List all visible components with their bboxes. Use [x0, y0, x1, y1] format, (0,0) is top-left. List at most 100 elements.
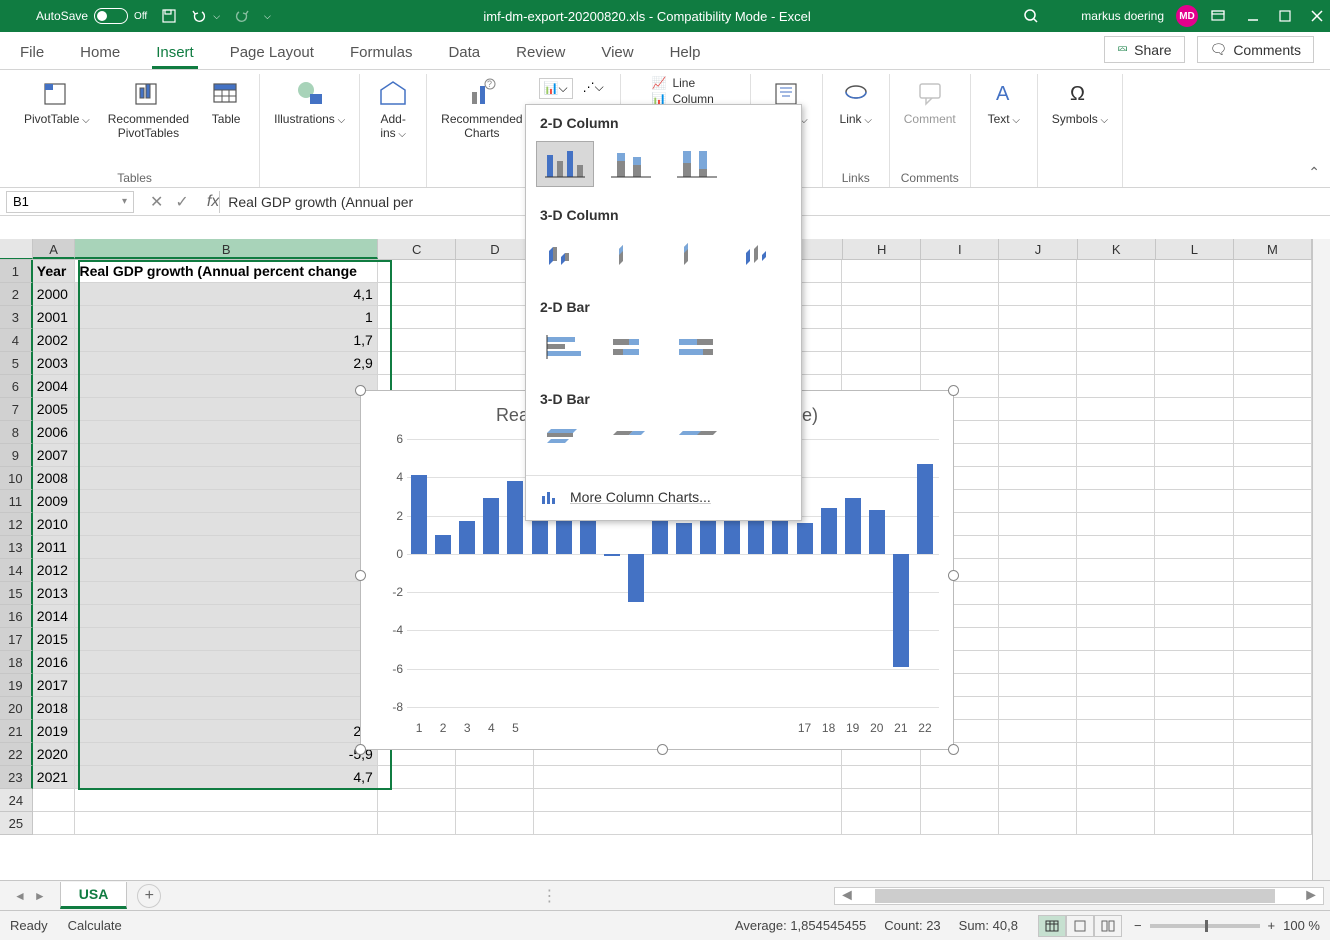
user-name[interactable]: markus doering [1081, 9, 1164, 23]
minimize-icon[interactable] [1246, 9, 1260, 23]
cell[interactable]: Year [33, 260, 76, 283]
normal-view-icon[interactable] [1038, 915, 1066, 937]
zoom-out-button[interactable]: − [1134, 918, 1142, 933]
resize-handle[interactable] [948, 744, 959, 755]
row-header[interactable]: 3 [0, 306, 33, 329]
3d-stacked-bar-icon[interactable] [602, 417, 660, 463]
cell[interactable] [75, 674, 377, 697]
cell[interactable]: 1 [75, 306, 377, 329]
clustered-column-icon[interactable] [536, 141, 594, 187]
recommended-pivottables-button[interactable]: Recommended PivotTables [102, 74, 195, 145]
resize-handle[interactable] [355, 570, 366, 581]
tab-home[interactable]: Home [76, 44, 124, 69]
tab-insert[interactable]: Insert [152, 44, 198, 69]
cell[interactable]: 2012 [33, 559, 76, 582]
column-header-K[interactable]: K [1078, 239, 1156, 259]
name-box[interactable]: B1▾ [6, 191, 134, 213]
3d-column-icon[interactable] [733, 233, 791, 279]
column-header-M[interactable]: M [1234, 239, 1312, 259]
horizontal-scrollbar[interactable]: ◄► [834, 887, 1324, 905]
cell[interactable]: 2000 [33, 283, 76, 306]
cell[interactable] [75, 444, 377, 467]
cell[interactable]: 2013 [33, 582, 76, 605]
3d-stacked-column-icon[interactable] [602, 233, 660, 279]
column-header-D[interactable]: D [456, 239, 534, 259]
resize-handle[interactable] [948, 570, 959, 581]
cell[interactable]: 2019 [33, 720, 76, 743]
cell[interactable] [75, 812, 377, 835]
row-header[interactable]: 15 [0, 582, 33, 605]
100-stacked-bar-icon[interactable] [668, 325, 726, 371]
enter-formula-icon[interactable]: ✓ [175, 192, 188, 212]
cell[interactable]: 2020 [33, 743, 76, 766]
cell[interactable] [75, 697, 377, 720]
column-header-J[interactable]: J [999, 239, 1077, 259]
table-button[interactable]: Table [201, 74, 251, 130]
sparkline-line[interactable]: 📈Line [652, 76, 719, 90]
row-header[interactable]: 9 [0, 444, 33, 467]
cell[interactable]: 2017 [33, 674, 76, 697]
cell[interactable]: 2014 [33, 605, 76, 628]
row-header[interactable]: 20 [0, 697, 33, 720]
cell[interactable] [75, 513, 377, 536]
cell[interactable]: 2010 [33, 513, 76, 536]
tab-help[interactable]: Help [666, 44, 705, 69]
cell[interactable]: 2008 [33, 467, 76, 490]
tab-file[interactable]: File [16, 44, 48, 69]
tab-review[interactable]: Review [512, 44, 569, 69]
cell[interactable]: 2,3 [75, 720, 377, 743]
illustrations-button[interactable]: Illustrations [268, 74, 351, 131]
cell[interactable]: Real GDP growth (Annual percent change [75, 260, 377, 283]
tab-pagelayout[interactable]: Page Layout [226, 44, 318, 69]
maximize-icon[interactable] [1278, 9, 1292, 23]
zoom-slider[interactable] [1150, 924, 1260, 928]
row-header[interactable]: 24 [0, 789, 33, 812]
row-header[interactable]: 22 [0, 743, 33, 766]
comment-button[interactable]: Comment [898, 74, 962, 130]
row-header[interactable]: 5 [0, 352, 33, 375]
vertical-scrollbar[interactable] [1312, 239, 1330, 880]
row-header[interactable]: 1 [0, 260, 33, 283]
search-icon[interactable] [1023, 8, 1039, 24]
sheet-nav-next-icon[interactable]: ► [34, 889, 46, 903]
page-break-view-icon[interactable] [1094, 915, 1122, 937]
row-header[interactable]: 13 [0, 536, 33, 559]
cell[interactable] [75, 398, 377, 421]
scatter-chart-dropdown[interactable]: ⋰⌵ [579, 78, 608, 99]
cell[interactable] [75, 651, 377, 674]
row-header[interactable]: 8 [0, 421, 33, 444]
row-header[interactable]: 7 [0, 398, 33, 421]
row-header[interactable]: 12 [0, 513, 33, 536]
cell[interactable] [75, 536, 377, 559]
qat-dropdown[interactable]: ⌵ [264, 11, 271, 22]
cell[interactable]: 2011 [33, 536, 76, 559]
new-sheet-button[interactable]: + [137, 884, 161, 908]
cell[interactable]: 2004 [33, 375, 76, 398]
undo-icon[interactable] [191, 8, 207, 24]
resize-handle[interactable] [355, 744, 366, 755]
avatar[interactable]: MD [1176, 5, 1198, 27]
cell[interactable]: 2021 [33, 766, 76, 789]
column-header-B[interactable]: B [75, 239, 378, 259]
resize-handle[interactable] [948, 385, 959, 396]
comments-button[interactable]: 🗨Comments [1197, 36, 1314, 63]
select-all-corner[interactable] [0, 239, 33, 259]
zoom-in-button[interactable]: + [1268, 918, 1276, 933]
3d-clustered-column-icon[interactable] [536, 233, 594, 279]
page-layout-view-icon[interactable] [1066, 915, 1094, 937]
more-column-charts-button[interactable]: More Column Charts... [526, 478, 801, 516]
link-button[interactable]: Link [831, 74, 881, 131]
cell[interactable]: 2005 [33, 398, 76, 421]
cell[interactable]: 2002 [33, 329, 76, 352]
3d-100-stacked-column-icon[interactable] [668, 233, 726, 279]
close-icon[interactable] [1310, 9, 1324, 23]
save-icon[interactable] [161, 8, 177, 24]
cell[interactable] [33, 789, 76, 812]
recommended-charts-button[interactable]: ?Recommended Charts [435, 74, 528, 145]
row-header[interactable]: 21 [0, 720, 33, 743]
collapse-ribbon-icon[interactable]: ⌃ [1308, 164, 1320, 181]
cell[interactable]: 2007 [33, 444, 76, 467]
cell[interactable] [33, 812, 76, 835]
row-header[interactable]: 14 [0, 559, 33, 582]
zoom-level[interactable]: 100 % [1283, 918, 1320, 933]
